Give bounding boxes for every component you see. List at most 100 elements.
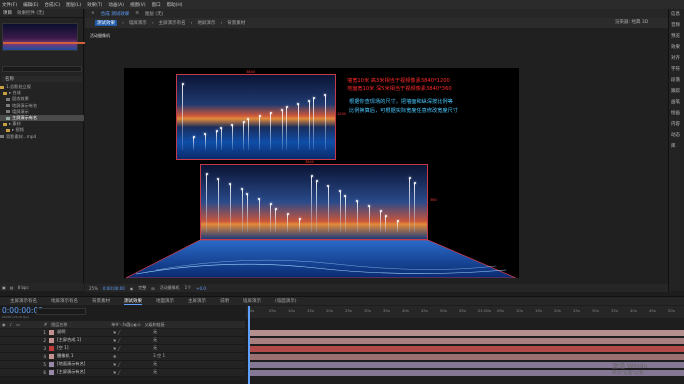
panel-tracker[interactable]: 跟踪 [669, 86, 684, 97]
project-search-input[interactable] [2, 66, 82, 72]
eye-icon[interactable]: ◉ [2, 322, 6, 327]
project-column-header[interactable]: 名称 [2, 76, 82, 82]
grid-icon[interactable]: ⊞ [151, 286, 154, 291]
panel-info[interactable]: 信息 [669, 9, 684, 20]
panel-preview[interactable]: 预览 [669, 31, 684, 42]
panel-effects[interactable]: 效果 [669, 42, 684, 53]
close-icon[interactable]: × [91, 11, 95, 16]
layer-row[interactable]: 5 [地面演示有名] ✱ ╱ 无 [0, 361, 245, 369]
camera-icon[interactable]: ◉ [130, 286, 134, 291]
label-color[interactable] [49, 337, 54, 343]
renderer-label[interactable]: 渲染器: 经典 3D [615, 18, 648, 28]
parent-dropdown[interactable]: 无 [153, 361, 157, 367]
layer-bar[interactable] [248, 338, 684, 344]
bpc-toggle[interactable]: 8 bpc [18, 285, 29, 290]
panel-align[interactable]: 对齐 [669, 53, 684, 64]
timeline-tab[interactable]: 说明 [220, 298, 229, 304]
trash-icon[interactable]: ▣ [2, 285, 6, 290]
breadcrumb-item[interactable]: 背景素材 [227, 20, 245, 26]
parent-dropdown[interactable]: 3.空 1 [153, 353, 165, 359]
breadcrumb-item[interactable]: 地屏演示 [197, 20, 215, 26]
layer-bar[interactable] [248, 330, 684, 336]
panel-paint[interactable]: 绘画 [669, 108, 684, 119]
lock-icon[interactable]: ▭ [16, 322, 20, 327]
parent-dropdown[interactable]: 无 [153, 345, 157, 351]
tab-layer[interactable]: 图层 (无) [145, 11, 163, 17]
layer-bar[interactable] [248, 346, 684, 352]
layer-switches[interactable]: ✱ ╱ [113, 338, 153, 343]
menu-icon[interactable]: ≡ [135, 11, 139, 16]
timeline-tab[interactable]: 背景素材 [92, 298, 110, 304]
header-layer-name[interactable]: 图层名称 [51, 322, 67, 328]
zoom-dropdown[interactable]: 25% [89, 286, 98, 291]
menu-edit[interactable]: 编辑(E) [23, 2, 38, 8]
ruler-tick: 30s [364, 308, 371, 313]
timeline-tab[interactable]: 地屏演示有名 [51, 298, 78, 304]
menu-window[interactable]: 窗口 [152, 2, 161, 8]
panel-brush[interactable]: 画笔 [669, 97, 684, 108]
timeline-tab[interactable]: 墙屏演示 [243, 298, 261, 304]
dimension-label: 360 [430, 198, 437, 202]
camera-dropdown[interactable]: 活动摄像机 [160, 285, 180, 291]
breadcrumb-item[interactable]: 墙屏演示 [129, 20, 147, 26]
layer-switches[interactable]: ✱ ╱ [113, 362, 153, 367]
breadcrumb-item[interactable]: 测试效果 [95, 20, 117, 26]
layer-row[interactable]: 2 [主屏合成 1] ✱ ╱ 无 [0, 337, 245, 345]
layer-switches[interactable]: ✱ ╱ [113, 330, 153, 335]
menu-help[interactable]: 帮助(H) [167, 2, 183, 8]
layer-switches[interactable]: ✱ [113, 354, 153, 359]
timeline-tab[interactable]: 主屏演示有名 [10, 298, 37, 304]
panel-library[interactable]: 库 [669, 141, 684, 152]
project-item[interactable]: 背影素材...mp4 [0, 134, 84, 140]
timeline-tab[interactable]: 地面演示 [156, 298, 174, 304]
tab-project[interactable]: 项目 [3, 10, 12, 16]
layer-row[interactable]: 1 说明 ✱ ╱ 无 [0, 329, 245, 337]
folder-new-icon[interactable]: ▤ [10, 285, 14, 290]
parent-dropdown[interactable]: 无 [153, 329, 157, 335]
timeline-tab-active[interactable]: 测试效果 [124, 298, 142, 305]
label-color[interactable] [49, 353, 54, 359]
menu-effect[interactable]: 效果(T) [87, 2, 102, 8]
views-dropdown[interactable]: 1个 [185, 285, 192, 291]
exposure-value[interactable]: +0.0 [196, 286, 206, 291]
ruler-tick: 40s [630, 308, 637, 313]
layer-row[interactable]: 6 [主屏演示有名] ✱ ╱ 无 [0, 369, 245, 377]
timeline-tab[interactable]: 主屏演示 [188, 298, 206, 304]
layer-switches[interactable]: ✱ ╱ [113, 346, 153, 351]
timeline-tab[interactable]: (墙面演示) [275, 298, 297, 304]
menu-composition[interactable]: 合成(C) [44, 2, 60, 8]
panel-motion[interactable]: 动态 [669, 130, 684, 141]
tab-effect-controls[interactable]: 效果控件 (无) [17, 10, 44, 16]
parent-dropdown[interactable]: 无 [153, 337, 157, 343]
panel-paragraph[interactable]: 段落 [669, 75, 684, 86]
light-dot [384, 215, 387, 217]
menu-view[interactable]: 视图(V) [130, 2, 146, 8]
menu-layer[interactable]: 图层(L) [66, 2, 81, 8]
panel-content[interactable]: 内容 [669, 119, 684, 130]
breadcrumb-item[interactable]: 主屏演示有名 [159, 20, 186, 26]
layer-bar[interactable] [248, 354, 684, 360]
label-color[interactable] [49, 361, 54, 367]
tab-composition[interactable]: 合成 测试效果 [101, 11, 129, 17]
layer-switches[interactable]: ✱ ╱ [113, 370, 153, 375]
parent-dropdown[interactable]: 无 [153, 369, 157, 375]
resolution-dropdown[interactable]: 完整 [138, 285, 146, 291]
time-ruler[interactable]: 0s 05s 10s 15s 20s 25s 30s 35s 40s 45s 50s 55s 01:00… [246, 306, 684, 318]
current-time[interactable]: 0:00:00:00 [103, 286, 125, 291]
light-dot [205, 173, 208, 175]
menu-file[interactable]: 文件(F) [2, 2, 17, 8]
panel-character[interactable]: 字符 [669, 64, 684, 75]
panel-audio[interactable]: 音频 [669, 20, 684, 31]
ruler-tick: 45s [421, 308, 428, 313]
label-color[interactable] [49, 345, 54, 351]
light-beam [247, 119, 249, 150]
current-time-indicator[interactable] [248, 306, 250, 384]
layer-row[interactable]: 4 摄像机 1 ✱ 3.空 1 [0, 353, 245, 361]
label-color[interactable] [49, 369, 54, 375]
timeline-search-input[interactable] [36, 308, 86, 315]
layer-row[interactable]: 3 [空 1] ✱ ╱ 无 [0, 345, 245, 353]
size-notes: 墙宽10米 高3米相当于视频像素3840*1200 地面宽10米 深5米相当于视… [347, 78, 452, 92]
audio-icon[interactable]: ♪ [10, 322, 13, 327]
menu-animation[interactable]: 动画(A) [108, 2, 124, 8]
label-color[interactable] [49, 329, 54, 335]
